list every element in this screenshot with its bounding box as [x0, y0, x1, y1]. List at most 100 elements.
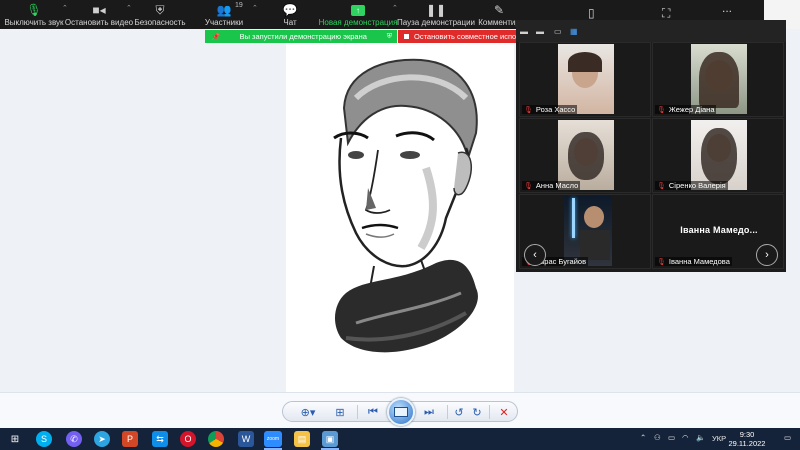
participant-cloak [580, 230, 610, 260]
notifications-icon[interactable]: ▭ [784, 433, 791, 442]
gallery-view-icon[interactable]: ▦ [570, 27, 578, 36]
security-label: Безопасность [134, 18, 186, 27]
teamviewer-icon[interactable]: ⇆ [152, 431, 168, 447]
security-button[interactable]: ⛨ Безопасность [134, 0, 186, 29]
stop-share-button[interactable]: Остановить совместное испол [398, 30, 516, 43]
telegram-icon[interactable]: ➤ [94, 431, 110, 447]
rotate-right-icon[interactable]: ↻ [469, 404, 485, 420]
file-explorer-icon[interactable]: ▤ [294, 431, 310, 447]
chat-icon: 💬 [282, 3, 298, 17]
participant-hair [701, 128, 737, 184]
clock-time: 9:30 [739, 430, 755, 439]
annotate-button[interactable]: ✎ Комментир [478, 0, 520, 29]
remote-control-icon[interactable]: ⛶ [662, 6, 670, 20]
network-icon[interactable]: ⚇ [654, 433, 661, 442]
participant-tile[interactable]: 🎙 Сіренко Валерія [652, 118, 784, 193]
participants-icon: 👥 [216, 3, 232, 17]
fit-to-window-icon[interactable]: ⊞ [331, 404, 349, 420]
chevron-up-icon[interactable]: ⌃ [252, 4, 258, 12]
more-label: ... [721, 1, 732, 15]
previous-icon[interactable]: ⏮ [363, 404, 383, 420]
powerpoint-icon[interactable]: P [122, 431, 138, 447]
clock-date: 29.11.2022 [728, 439, 766, 448]
participant-name: 🎙 Жежер Діана [655, 105, 717, 114]
skype-icon[interactable]: S [36, 431, 52, 447]
participant-video [691, 120, 747, 190]
pause-share-button[interactable]: ❚❚ Пауза демонстрации [397, 0, 476, 29]
participant-name: 🎙 Сіренко Валерія [655, 181, 728, 190]
taskbar: ⊞ S ✆ ➤ P ⇆ O W zoom ▤ ▣ ⌃ ⚇ ▭ ◠ 🔈 УКР ▭… [0, 428, 800, 450]
chat-label: Чат [283, 18, 297, 27]
opera-icon[interactable]: O [180, 431, 196, 447]
participant-video [691, 44, 747, 114]
pencil-icon: ✎ [493, 3, 505, 17]
next-icon[interactable]: ⏭ [419, 404, 439, 420]
participant-name: 🎙 Роза Хассо [522, 105, 578, 114]
participant-big-name: Іванна Мамедо... [680, 225, 758, 235]
chevron-right-icon: › [765, 249, 769, 261]
sharing-text: Вы запустили демонстрацию экрана [239, 32, 367, 41]
chevron-up-icon[interactable]: ⌃ [62, 4, 68, 12]
zoom-icon[interactable]: ⊕▾ [297, 404, 319, 420]
sketch-image [286, 38, 514, 392]
muted-mic-icon: 🎙 [657, 258, 666, 266]
new-share-button[interactable]: ↑ Новая демонстрация [319, 0, 397, 29]
participant-tile[interactable]: 🎙 Анна Масло [519, 118, 651, 193]
participant-name: 🎙 Анна Масло [522, 181, 581, 190]
participant-tile[interactable]: 🎙 Жежер Діана [652, 42, 784, 117]
chevron-up-icon[interactable]: ⌃ [392, 4, 398, 12]
lightsaber [572, 198, 575, 238]
next-page-button[interactable]: › [756, 244, 778, 266]
participants-gallery: ▬ ▬ ▭ ▦ 🎙 Роза Хассо 🎙 Жежер Діана 🎙 Анна М… [516, 20, 786, 272]
participant-hair [568, 52, 602, 72]
portrait-sketch [333, 58, 478, 353]
annotate-label: Комментир [478, 18, 520, 27]
rotate-left-icon[interactable]: ↺ [451, 404, 467, 420]
delete-icon[interactable]: ✕ [495, 404, 513, 420]
participant-tile[interactable]: 🎙 Роза Хассо [519, 42, 651, 117]
start-icon[interactable]: ⊞ [7, 431, 23, 447]
mute-button[interactable]: 🎙 Выключить звук [4, 0, 64, 29]
slideshow-button[interactable] [387, 398, 415, 426]
pause-icon: ❚❚ [425, 3, 447, 17]
stop-square-icon [404, 34, 409, 39]
thumbnail-view-icon[interactable]: ▭ [554, 27, 562, 36]
stop-video-label: Остановить видео [64, 18, 134, 27]
viewer-controls: ⊕▾ ⊞ ⏮ ⏭ ↺ ↻ ✕ [282, 398, 518, 426]
system-tray: ⌃ ⚇ ▭ ◠ 🔈 УКР ▭ [640, 428, 800, 450]
separator [357, 405, 358, 419]
video-camera-icon: ■◂ [92, 3, 106, 17]
muted-mic-icon: 🎙 [524, 106, 533, 114]
chrome-icon[interactable] [208, 431, 224, 447]
participant-video [564, 196, 612, 266]
participant-video [558, 120, 614, 190]
wifi-icon[interactable]: ◠ [682, 433, 689, 442]
shield-icon: ⛨ [155, 2, 165, 17]
muted-mic-icon: 🎙 [524, 182, 533, 190]
zoom-icon[interactable]: zoom [264, 431, 282, 447]
clock[interactable]: 9:30 29.11.2022 [722, 430, 772, 448]
separator [489, 405, 490, 419]
viber-icon[interactable]: ✆ [66, 431, 82, 447]
slideshow-icon [394, 407, 408, 417]
word-icon[interactable]: W [238, 431, 254, 447]
previous-page-button[interactable]: ‹ [524, 244, 546, 266]
participant-video [558, 44, 614, 114]
speaker-view-icon[interactable]: ▬ [536, 27, 544, 36]
share-arrow-icon: ↑ [351, 3, 365, 17]
chat-button[interactable]: 💬 Чат [278, 0, 302, 29]
camera-icon[interactable]: ▭ [668, 433, 675, 442]
mouse-icon[interactable]: ▯ [588, 6, 595, 20]
chevron-up-icon[interactable]: ⌃ [640, 433, 646, 442]
stop-video-button[interactable]: ■◂ Остановить видео [64, 0, 134, 29]
chevron-up-icon[interactable]: ⌃ [126, 4, 132, 12]
gallery-header: ▬ ▬ ▭ ▦ [516, 20, 786, 42]
volume-icon[interactable]: 🔈 [696, 433, 705, 442]
pause-share-label: Пауза демонстрации [397, 18, 476, 27]
shield-check-icon: ⛨ [386, 32, 392, 40]
minimize-icon[interactable]: ▬ [520, 27, 528, 36]
chevron-left-icon: ‹ [533, 249, 537, 261]
mute-label: Выключить звук [4, 18, 64, 27]
photo-viewer-icon[interactable]: ▣ [322, 431, 338, 447]
participant-hair [568, 132, 604, 180]
